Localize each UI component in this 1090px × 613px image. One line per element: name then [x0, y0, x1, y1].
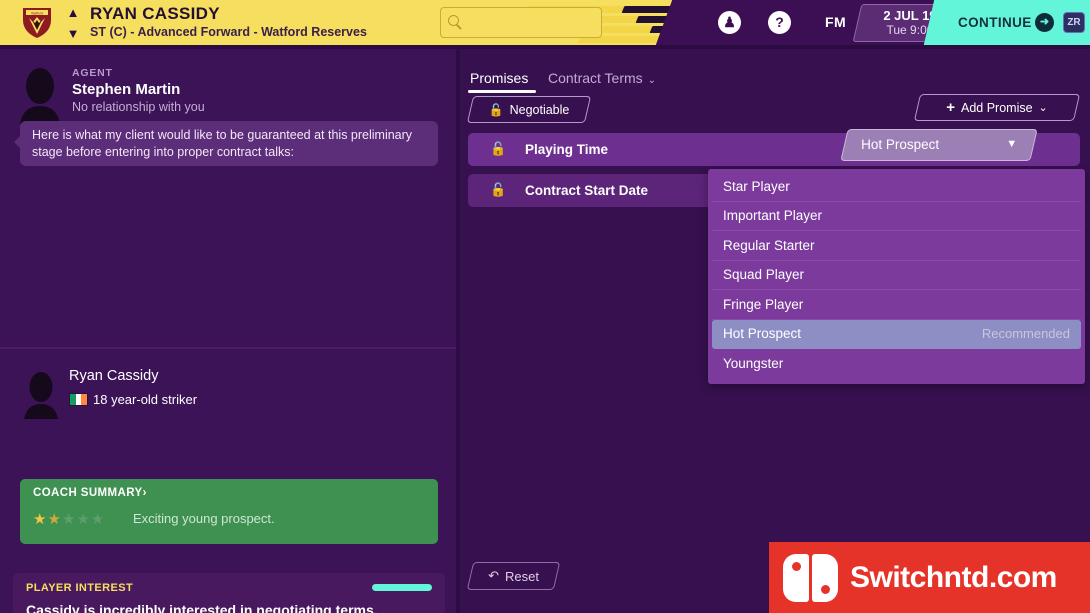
- coach-summary-text: Exciting young prospect.: [133, 511, 275, 526]
- table-row[interactable]: 🔓 Playing Time Hot Prospect ▼: [468, 129, 1080, 166]
- reset-label: Reset: [504, 568, 539, 584]
- arrow-right-icon[interactable]: ➜: [1035, 13, 1054, 32]
- dropdown-option[interactable]: Important Player: [712, 202, 1081, 231]
- dropdown-option[interactable]: Youngster: [712, 349, 1081, 379]
- chevron-down-icon[interactable]: ▼: [67, 27, 80, 40]
- app-header: Watford ▲ ▼ RYAN CASSIDY ST (C) - Advanc…: [0, 0, 1090, 45]
- coach-summary-title: COACH SUMMARY›: [33, 487, 147, 499]
- continue-label: CONTINUE: [958, 15, 1032, 30]
- plus-icon: +: [946, 99, 955, 116]
- chevron-down-icon: ▼: [1006, 138, 1018, 150]
- undo-icon: ↶: [488, 568, 499, 583]
- agent-name: Stephen Martin: [72, 81, 181, 98]
- player-avatar: [24, 372, 58, 419]
- player-nav-chevrons[interactable]: ▲ ▼: [62, 6, 84, 40]
- playing-time-value: Hot Prospect: [861, 137, 940, 152]
- fm-logo: FM: [825, 14, 847, 30]
- chevron-up-icon[interactable]: ▲: [67, 6, 80, 19]
- tab-promises[interactable]: Promises: [467, 70, 537, 93]
- left-info-panel: AGENT Stephen Martin No relationship wit…: [0, 49, 456, 613]
- nationality-flag-icon: [69, 393, 88, 406]
- dropdown-option-selected[interactable]: Hot Prospect Recommended: [712, 319, 1081, 349]
- panel-divider: [0, 347, 456, 349]
- add-promise-button[interactable]: + Add Promise ⌄: [913, 94, 1081, 121]
- lock-open-icon[interactable]: 🔓: [490, 182, 506, 198]
- coach-rating-stars: ★★★★★: [33, 511, 106, 528]
- agent-role-label: AGENT: [72, 67, 113, 79]
- dropdown-option-label: Fringe Player: [723, 296, 804, 312]
- negotiable-label: Negotiable: [509, 102, 570, 117]
- page-title: RYAN CASSIDY: [90, 4, 220, 23]
- promise-row-label: Contract Start Date: [525, 183, 649, 198]
- player-name[interactable]: Ryan Cassidy: [69, 368, 158, 384]
- agent-avatar: [20, 68, 60, 124]
- dropdown-option-label: Star Player: [723, 178, 790, 194]
- zr-shoulder-button[interactable]: ZR: [1063, 12, 1085, 33]
- dropdown-option-note: Recommended: [981, 326, 1070, 342]
- tab-contract-terms[interactable]: Contract Terms ⌄: [548, 70, 656, 86]
- player-subtitle: ST (C) - Advanced Forward - Watford Rese…: [90, 25, 367, 39]
- promise-row-label: Playing Time: [525, 142, 609, 157]
- playing-time-select[interactable]: Hot Prospect ▼: [840, 129, 1038, 161]
- globe-icon[interactable]: ♟: [718, 11, 741, 34]
- tab-contract-terms-label: Contract Terms: [548, 70, 643, 86]
- dropdown-option-label: Squad Player: [723, 267, 805, 283]
- watermark-text: Switchntd.com: [850, 560, 1057, 594]
- search-input[interactable]: [440, 7, 602, 38]
- dropdown-option-label: Hot Prospect: [723, 326, 802, 342]
- lock-open-icon[interactable]: 🔓: [490, 141, 506, 157]
- coach-summary-box[interactable]: COACH SUMMARY› ★★★★★ Exciting young pros…: [20, 479, 438, 544]
- dropdown-option[interactable]: Star Player: [712, 172, 1081, 202]
- player-description: 18 year-old striker: [93, 392, 198, 407]
- dropdown-option-label: Regular Starter: [723, 237, 815, 253]
- negotiable-button[interactable]: 🔓 Negotiable: [466, 96, 592, 123]
- chevron-down-icon: ⌄: [1038, 102, 1048, 114]
- lock-open-icon: 🔓: [488, 102, 504, 117]
- main-content-area: Promises Contract Terms ⌄ 🔓 Negotiable + …: [460, 49, 1090, 613]
- agent-relationship: No relationship with you: [72, 100, 205, 114]
- nintendo-switch-logo-icon: [783, 553, 838, 602]
- help-icon[interactable]: ?: [768, 11, 791, 34]
- reset-button[interactable]: ↶ Reset: [466, 562, 561, 590]
- agent-message-bubble: Here is what my client would like to be …: [14, 121, 438, 166]
- chevron-down-icon: ⌄: [647, 75, 657, 86]
- dropdown-option-label: Youngster: [723, 356, 784, 372]
- player-interest-headline: Cassidy is incredibly interested in nego…: [26, 602, 378, 613]
- dropdown-option[interactable]: Squad Player: [712, 261, 1081, 290]
- dropdown-option[interactable]: Regular Starter: [712, 231, 1081, 261]
- player-interest-box: PLAYER INTEREST Cassidy is incredibly in…: [13, 573, 445, 613]
- player-interest-title: PLAYER INTEREST: [26, 582, 134, 594]
- watermark-banner: Switchntd.com: [769, 542, 1090, 613]
- tab-promises-label: Promises: [470, 70, 529, 86]
- dropdown-option-label: Important Player: [723, 208, 823, 224]
- dropdown-option[interactable]: Fringe Player: [712, 290, 1081, 320]
- search-icon: [448, 15, 459, 26]
- chevron-right-icon: ›: [142, 487, 147, 499]
- application-root: Watford ▲ ▼ RYAN CASSIDY ST (C) - Advanc…: [0, 0, 1090, 613]
- coach-summary-label: COACH SUMMARY: [33, 487, 143, 499]
- add-promise-label: Add Promise: [960, 100, 1033, 115]
- svg-text:Watford: Watford: [31, 11, 43, 15]
- playing-time-dropdown-menu[interactable]: Star Player Important Player Regular Sta…: [708, 169, 1085, 384]
- watford-club-badge[interactable]: Watford: [19, 6, 55, 40]
- player-interest-bar: [372, 584, 432, 591]
